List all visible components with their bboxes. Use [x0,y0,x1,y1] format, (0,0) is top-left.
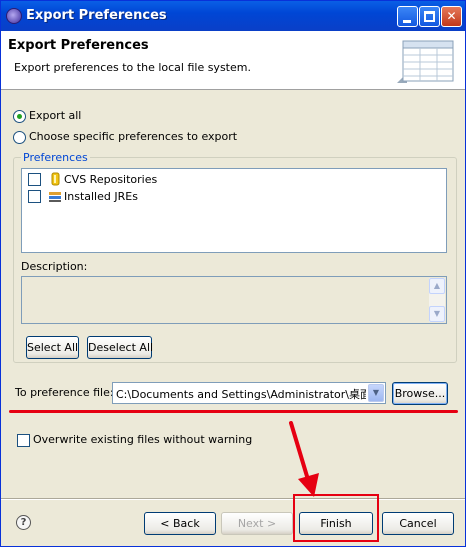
annotation-highlight-box [293,494,379,542]
installed-jres-checkbox[interactable] [28,190,41,203]
choose-specific-radio[interactable] [13,131,26,144]
banner-title: Export Preferences [8,38,149,53]
cvs-repository-icon [51,172,60,186]
overwrite-label: Overwrite existing files without warning [33,433,253,446]
select-all-button[interactable]: Select All [26,336,79,359]
scroll-up-icon[interactable]: ▲ [429,278,445,294]
maximize-icon [424,11,435,22]
wizard-banner: Export Preferences Export preferences to… [1,31,465,90]
browse-button[interactable]: Browse... [392,382,448,405]
radio-selected-dot [17,114,22,119]
window-title: Export Preferences [26,8,167,23]
close-button[interactable]: ✕ [441,6,462,27]
cancel-button[interactable]: Cancel [382,512,454,535]
next-button[interactable]: Next > [221,512,293,535]
cvs-repositories-checkbox[interactable] [28,173,41,186]
preferences-tree[interactable]: CVS Repositories Installed JREs [21,168,447,253]
choose-specific-label: Choose specific preferences to export [29,130,238,143]
minimize-button[interactable] [397,6,418,27]
preference-file-label: To preference file: [15,386,114,399]
description-scrollbar[interactable]: ▲ ▼ [429,278,445,322]
chevron-down-icon[interactable]: ▼ [368,384,384,402]
annotation-arrow-icon [289,421,319,497]
cvs-repositories-label: CVS Repositories [64,173,158,186]
preferences-group-label: Preferences [21,151,90,164]
maximize-button[interactable] [419,6,440,27]
deselect-all-button[interactable]: Deselect All [87,336,153,359]
description-label: Description: [21,260,88,273]
export-all-radio[interactable] [13,110,26,123]
footer-separator [1,498,465,500]
back-button[interactable]: < Back [144,512,216,535]
export-all-label: Export all [29,109,82,122]
scroll-down-icon[interactable]: ▼ [429,306,445,322]
annotation-underline [9,410,458,413]
jre-icon [49,192,61,202]
title-bar[interactable]: Export Preferences ✕ [1,1,465,31]
preference-file-value[interactable]: C:\Documents and Settings\Administrator\… [116,386,366,402]
overwrite-checkbox[interactable] [17,434,30,447]
help-icon[interactable]: ? [16,515,31,530]
description-text-area[interactable]: ▲ ▼ [21,276,447,324]
banner-description: Export preferences to the local file sys… [14,61,251,74]
export-preferences-dialog: Export Preferences ✕ Export Preferences … [0,0,466,547]
export-wizard-icon [397,40,454,83]
preference-file-combo[interactable]: C:\Documents and Settings\Administrator\… [112,382,386,404]
installed-jres-label: Installed JREs [64,190,138,203]
minimize-icon [403,20,411,23]
eclipse-app-icon [6,8,22,24]
